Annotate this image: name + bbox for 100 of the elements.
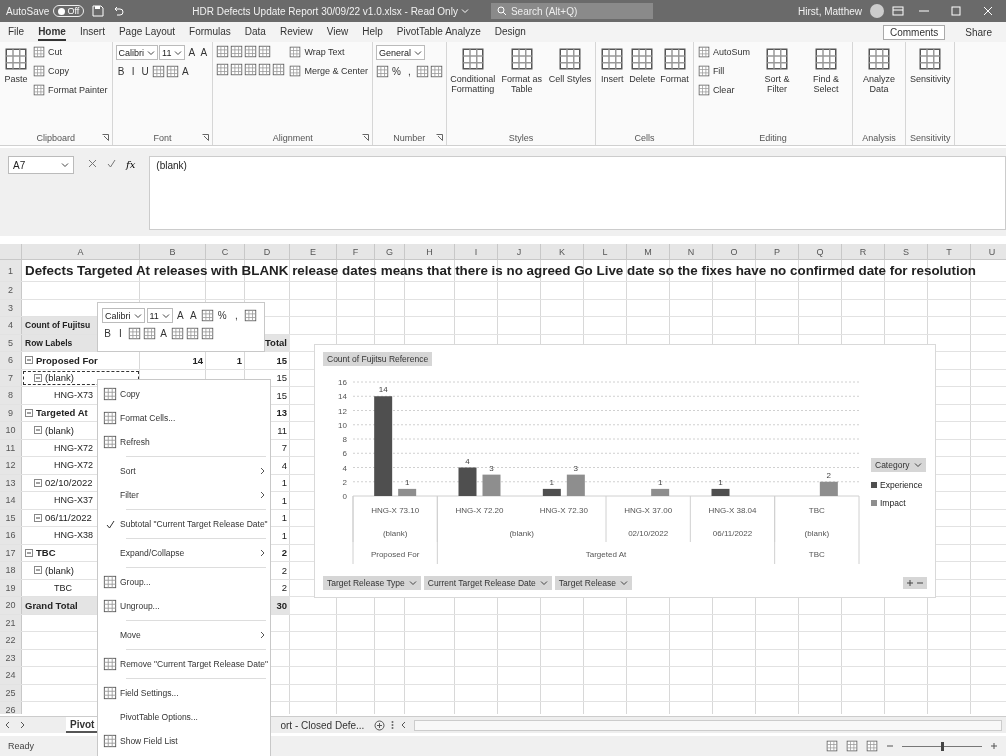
grid-icon[interactable] [200, 309, 214, 322]
menu-item[interactable]: Move [98, 623, 270, 647]
grid-icon[interactable] [230, 45, 244, 58]
zoom-in-icon[interactable] [990, 742, 998, 750]
ribbon-tab[interactable]: Insert [79, 23, 105, 41]
letter-button[interactable]: A [179, 66, 191, 77]
collapse-icon[interactable] [34, 373, 42, 382]
more-icon[interactable] [391, 720, 395, 730]
menu-item[interactable]: Expand/Collapse [98, 541, 270, 565]
row-header[interactable]: 24 [0, 667, 22, 684]
user-name[interactable]: Hirst, Matthew [798, 5, 862, 17]
cancel-icon[interactable] [88, 159, 97, 168]
scrollbar[interactable] [414, 719, 1002, 731]
collapse-icon[interactable] [34, 513, 42, 522]
grid-icon[interactable] [143, 327, 156, 340]
menu-item[interactable]: Sort [98, 459, 270, 483]
dropdown-field[interactable]: General [375, 45, 425, 60]
ribbon-button[interactable]: Delete [628, 45, 657, 87]
row-header[interactable]: 8 [0, 387, 22, 404]
collapse-icon[interactable] [25, 356, 33, 365]
row-header[interactable]: 12 [0, 457, 22, 474]
ribbon-button[interactable]: Cell Styles [547, 45, 593, 87]
name-box[interactable]: A7 [8, 156, 74, 174]
grid-icon[interactable] [258, 63, 272, 76]
row-header[interactable]: 6 [0, 352, 22, 369]
search-field[interactable]: Search (Alt+Q) [490, 3, 653, 19]
ribbon-button[interactable]: Conditional Formatting [449, 45, 496, 97]
ribbon-tab[interactable]: Data [244, 23, 266, 41]
launcher-icon[interactable] [101, 134, 109, 141]
letter-button[interactable]: A [186, 47, 198, 58]
field-button[interactable]: Target Release Type [323, 576, 421, 590]
row-header[interactable]: 2 [0, 282, 22, 299]
letter-button[interactable]: I [127, 66, 139, 77]
page-break-icon[interactable] [866, 740, 878, 752]
field-button[interactable]: Current Target Release Date [423, 576, 552, 590]
field-button[interactable]: Category [871, 458, 926, 472]
ribbon-tab[interactable]: File [8, 23, 25, 41]
ribbon-button[interactable]: Cut [32, 45, 63, 59]
next-sheet-icon[interactable] [18, 721, 26, 729]
insert-function-button[interactable]: fx [126, 159, 136, 170]
letter-button[interactable]: A [198, 47, 210, 58]
comments-button[interactable]: Comments [882, 24, 946, 40]
menu-item[interactable]: Filter [98, 483, 270, 507]
menu-item[interactable]: Field Settings... [98, 681, 270, 705]
menu-item[interactable]: Show Field List [98, 729, 270, 753]
row-header[interactable]: 10 [0, 422, 22, 439]
dropdown-field[interactable]: Calibri [102, 308, 145, 323]
letter-button[interactable]: % [215, 310, 229, 321]
row-header[interactable]: 20 [0, 597, 22, 614]
grid-icon[interactable] [230, 63, 244, 76]
grid-icon[interactable] [375, 65, 389, 78]
enter-icon[interactable] [107, 159, 116, 168]
ribbon-button[interactable]: Copy [32, 64, 70, 78]
field-button[interactable]: Count of Fujitsu Reference [323, 352, 433, 366]
ribbon-tab[interactable]: PivotTable Analyze [396, 23, 481, 41]
ribbon-tab[interactable]: Home [38, 23, 66, 41]
ribbon-button[interactable]: Find & Select [802, 45, 849, 97]
undo-icon[interactable] [112, 5, 125, 17]
collapse-icon[interactable] [25, 408, 33, 417]
formula-field[interactable]: (blank) [149, 156, 1006, 230]
row-header[interactable]: 1 [0, 260, 22, 281]
layout-icon[interactable] [892, 5, 904, 17]
expand-collapse-icon[interactable] [903, 577, 927, 589]
grid-icon[interactable] [186, 327, 199, 340]
dropdown-field[interactable]: Calibri [115, 45, 159, 60]
collapse-icon[interactable] [25, 548, 33, 557]
ribbon-button[interactable]: Format Painter [32, 83, 109, 97]
ribbon-button[interactable]: Merge & Center [288, 64, 369, 78]
grid-icon[interactable] [165, 65, 179, 78]
grid-icon[interactable] [151, 65, 165, 78]
grid-icon[interactable] [201, 327, 214, 340]
normal-view-icon[interactable] [826, 740, 838, 752]
ribbon-button[interactable]: Fill [696, 64, 726, 78]
ribbon-button[interactable]: Sort & Filter [753, 45, 800, 97]
grid-icon[interactable] [258, 45, 272, 58]
add-sheet-icon[interactable] [374, 719, 386, 731]
ribbon-button[interactable]: AutoSum [696, 45, 751, 59]
launcher-icon[interactable] [202, 134, 210, 141]
collapse-icon[interactable] [34, 478, 42, 487]
dropdown-field[interactable]: 11 [159, 45, 186, 60]
menu-item[interactable]: PivotTable Options... [98, 705, 270, 729]
ribbon-button[interactable]: Format [659, 45, 690, 87]
collapse-icon[interactable] [34, 566, 42, 575]
menu-item[interactable]: Subtotal "Current Target Release Date" [98, 512, 270, 536]
grid-icon[interactable] [244, 63, 258, 76]
ribbon-button[interactable]: Analyze Data [855, 45, 902, 97]
grid-icon[interactable] [243, 309, 257, 322]
menu-item[interactable]: Refresh [98, 430, 270, 454]
grid-icon[interactable] [171, 327, 184, 340]
ribbon-tab[interactable]: Formulas [189, 23, 231, 41]
row-header[interactable]: 22 [0, 632, 22, 649]
page-layout-icon[interactable] [846, 740, 858, 752]
launcher-icon[interactable] [361, 134, 369, 141]
avatar-icon[interactable] [870, 4, 884, 18]
row-header[interactable]: 14 [0, 492, 22, 509]
slider-thumb[interactable] [941, 741, 944, 751]
grid-icon[interactable] [128, 327, 141, 340]
letter-button[interactable]: A [158, 328, 169, 339]
grid-icon[interactable] [429, 65, 443, 78]
ribbon-tab[interactable]: Page Layout [118, 23, 176, 41]
